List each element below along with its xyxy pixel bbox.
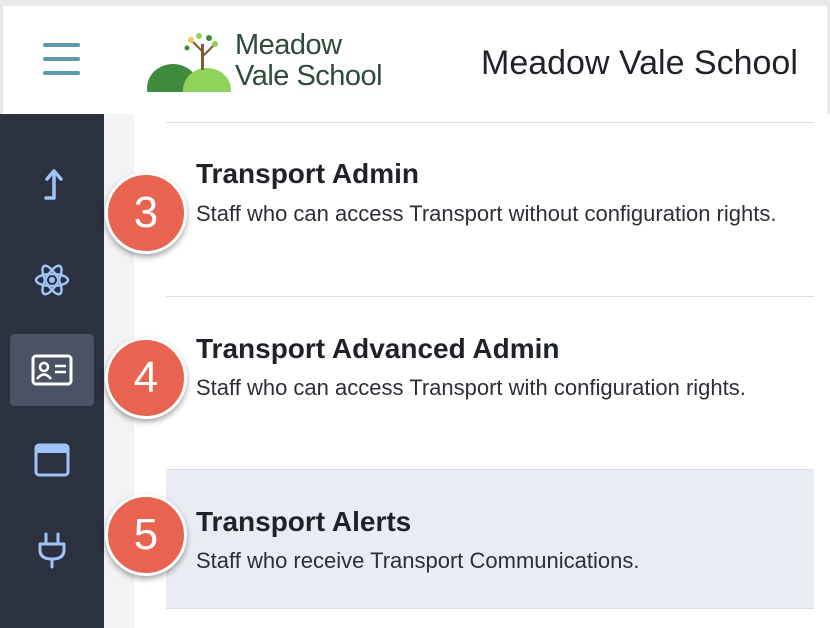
plug-icon [38,532,66,569]
role-row-transport-alerts[interactable]: Transport Alerts Staff who receive Trans… [166,469,814,609]
logo-line-2: Vale School [235,60,383,92]
role-description: Staff who receive Transport Communicatio… [196,548,640,573]
role-description: Staff who can access Transport with conf… [196,375,746,400]
role-row-transport-admin[interactable]: Transport Admin Staff who can access Tra… [166,123,814,296]
role-description: Staff who can access Transport without c… [196,201,777,226]
atom-icon [34,264,70,296]
sidebar-item-modules[interactable] [10,244,94,316]
sidebar-item-window[interactable] [10,424,94,496]
sidebar-item-integrations[interactable] [10,514,94,586]
sidebar-nav [0,114,104,628]
school-logo[interactable]: Meadow Vale School [143,30,413,100]
role-row-transport-advanced-admin[interactable]: Transport Advanced Admin Staff who can a… [166,297,814,469]
id-card-icon [31,354,73,386]
step-badge-3: 3 [105,172,187,254]
logo-line-1: Meadow [235,29,342,61]
school-name-title: Meadow Vale School [481,44,798,82]
sidebar-item-return[interactable] [10,148,94,220]
step-badge-4: 4 [105,337,187,419]
roles-list: Transport Admin Staff who can access Tra… [134,114,830,628]
hills-tree-logo-icon [143,33,235,100]
role-title: Transport Alerts [196,506,412,537]
logo-text: Meadow Vale School [235,29,383,92]
app-header: Meadow Vale School Meadow Vale School [3,6,827,115]
role-title: Transport Advanced Admin [196,333,560,364]
arrow-up-turn-icon [44,169,63,200]
browser-window-icon [34,443,70,477]
role-title: Transport Admin [196,158,419,189]
step-badge-5: 5 [105,494,187,576]
sidebar-item-staff-roles[interactable] [10,334,94,406]
hamburger-menu-icon[interactable] [43,43,83,79]
